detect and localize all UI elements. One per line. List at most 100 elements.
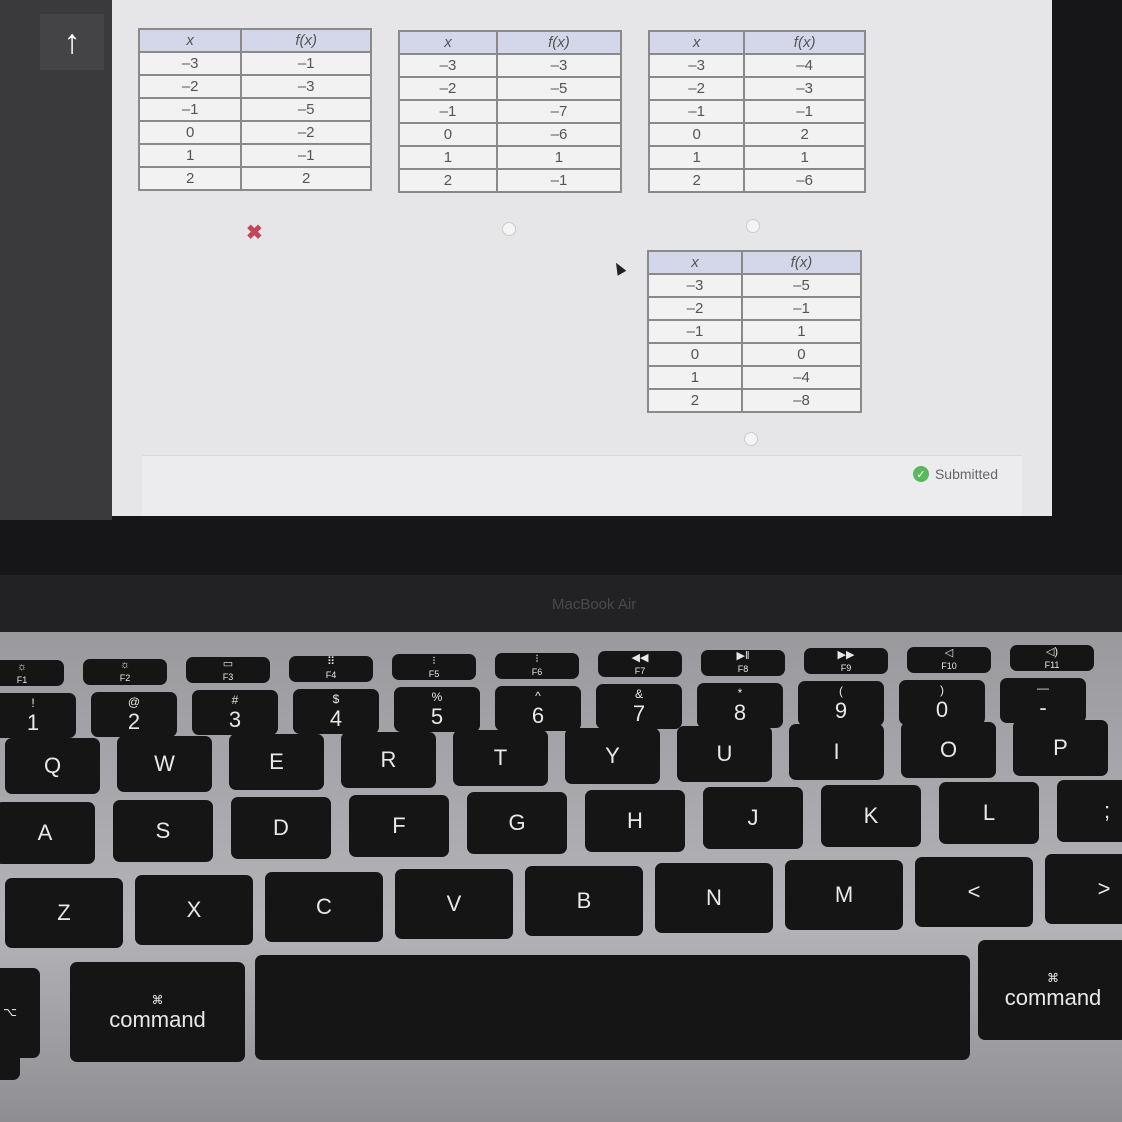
- key-e[interactable]: E: [229, 734, 324, 790]
- key-u[interactable]: U: [677, 726, 772, 782]
- key-l[interactable]: L: [939, 782, 1039, 844]
- key-f11[interactable]: ◁) F11: [1010, 645, 1094, 671]
- key-a[interactable]: A: [0, 802, 95, 864]
- key-3[interactable]: #3: [192, 690, 278, 735]
- answer-radio-3[interactable]: [746, 219, 760, 233]
- left-panel: ↑: [0, 0, 112, 520]
- key-label: F2: [119, 673, 131, 683]
- key-f1[interactable]: ☼ F1: [0, 660, 64, 686]
- key-z[interactable]: Z: [5, 878, 123, 948]
- table-cell: 0: [137, 120, 243, 145]
- answer-radio-4[interactable]: [744, 432, 758, 446]
- answer-table-4[interactable]: x f(x) –3 –5 –2 –1 –1 1 0 0 1 –4 2 –8: [647, 250, 863, 413]
- table-cell: 2: [647, 388, 743, 413]
- key-period[interactable]: >: [1045, 854, 1122, 924]
- table-header-row: x f(x): [137, 28, 372, 53]
- key-f3[interactable]: ▭ F3: [186, 657, 270, 683]
- key-t[interactable]: T: [453, 730, 548, 786]
- key-4[interactable]: $4: [293, 688, 379, 734]
- table-cell: –6: [743, 168, 866, 193]
- key-n[interactable]: N: [655, 863, 773, 933]
- question-content: x f(x) –3 –1 –2 –3 –1 –5 0 –2 1 –1 2 2 ✖ x f(x) –3 –3 –2 –5–…: [112, 0, 1052, 516]
- table-cell: –2: [398, 76, 498, 101]
- table-cell: –1: [647, 99, 746, 124]
- key-h[interactable]: H: [585, 789, 685, 852]
- key-6[interactable]: ^ 6: [495, 685, 581, 731]
- table-cell: 1: [743, 145, 866, 170]
- key-k[interactable]: K: [821, 784, 921, 847]
- table-row: 22: [137, 166, 372, 191]
- key-f10[interactable]: ◁ F10: [907, 646, 991, 673]
- key-fn[interactable]: n: [0, 1020, 20, 1080]
- table-row: –3 –4: [647, 53, 866, 78]
- answer-table-3[interactable]: x f(x) –3 –4 –2 –3 –1 –1 0 2 1 1 2 –6: [647, 30, 866, 193]
- table-cell: 0: [740, 342, 863, 367]
- key-i[interactable]: I: [789, 724, 884, 780]
- key-q[interactable]: Q: [5, 738, 100, 794]
- key-symbol: ▶ǁ: [736, 650, 750, 662]
- key-f2[interactable]: ☼ F2: [83, 658, 167, 685]
- key-label: P: [1053, 735, 1068, 760]
- key-symbol: *: [737, 685, 743, 700]
- key-semicolon[interactable]: ;: [1057, 779, 1122, 842]
- key-7[interactable]: & 7: [596, 684, 682, 729]
- key-label: ;: [1103, 797, 1111, 823]
- key-p[interactable]: P: [1013, 720, 1108, 776]
- key-label: F9: [840, 662, 852, 673]
- back-button[interactable]: ↑: [40, 14, 104, 70]
- key-0[interactable]: ) 0: [899, 679, 985, 725]
- table-cell: –1: [398, 99, 498, 124]
- key--[interactable]: — -: [1000, 678, 1086, 723]
- key-w[interactable]: W: [117, 736, 212, 792]
- key-label: F1: [16, 674, 28, 685]
- key-8[interactable]: * 8: [697, 682, 783, 728]
- key-f6[interactable]: ⁝ F6: [495, 652, 579, 679]
- answer-table-2[interactable]: x f(x) –3 –3 –2 –5 –1 –7 0 –6 1 1 2 –1: [398, 30, 623, 193]
- table-row: –3 –3: [398, 53, 623, 78]
- key-symbol: ⁝: [432, 654, 436, 667]
- answer-table-1[interactable]: x f(x) –3 –1 –2 –3 –1 –5 0 –2 1 –1 2 2: [137, 28, 372, 191]
- table-row: 2 –6: [647, 168, 866, 193]
- answer-radio-2[interactable]: [502, 222, 516, 236]
- key-v[interactable]: V: [395, 869, 513, 939]
- key-5[interactable]: % 5: [394, 687, 480, 732]
- key-symbol: &: [634, 687, 643, 701]
- table-cell: –6: [495, 122, 623, 147]
- table-row: –1 –7: [398, 99, 623, 124]
- key-right-command[interactable]: ⌘ command: [978, 940, 1122, 1040]
- key-label: G: [508, 810, 526, 835]
- key-o[interactable]: O: [901, 722, 996, 778]
- key-f9[interactable]: ▶▶ F9: [804, 648, 888, 674]
- key-symbol: @: [127, 694, 141, 709]
- key-f8[interactable]: ▶ǁ F8: [701, 649, 785, 676]
- table-cell: 1: [740, 319, 863, 344]
- key-r[interactable]: R: [341, 732, 436, 788]
- key-space[interactable]: [255, 955, 970, 1060]
- key-comma[interactable]: <: [915, 857, 1033, 927]
- footer-bar: ✓ Submitted: [142, 455, 1022, 516]
- key-left-command[interactable]: ⌘ command: [70, 962, 245, 1062]
- key-f7[interactable]: ◀◀ F7: [598, 651, 682, 677]
- key-m[interactable]: M: [785, 860, 903, 930]
- key-s[interactable]: S: [113, 799, 213, 862]
- key-1[interactable]: ! 1: [0, 693, 76, 738]
- key-9[interactable]: (9: [798, 681, 884, 726]
- key-d[interactable]: D: [231, 797, 331, 859]
- key-x[interactable]: X: [135, 875, 253, 945]
- key-f5[interactable]: ⁝ F5: [392, 654, 476, 680]
- key-f4[interactable]: ⠿ F4: [289, 655, 373, 682]
- key-label: 0: [935, 696, 949, 722]
- key-2[interactable]: @2: [91, 691, 177, 737]
- key-b[interactable]: B: [525, 866, 643, 936]
- key-f[interactable]: F: [349, 794, 449, 857]
- table-header-row: x f(x): [647, 250, 863, 275]
- key-c[interactable]: C: [265, 872, 383, 942]
- key-y[interactable]: Y: [565, 728, 660, 784]
- key-j[interactable]: J: [703, 787, 803, 849]
- key-symbol: $: [332, 691, 340, 706]
- column-header: x: [398, 30, 498, 55]
- key-label: A: [37, 820, 53, 845]
- column-header: x: [647, 250, 743, 275]
- key-g[interactable]: G: [467, 792, 567, 854]
- table-cell: –3: [137, 51, 243, 76]
